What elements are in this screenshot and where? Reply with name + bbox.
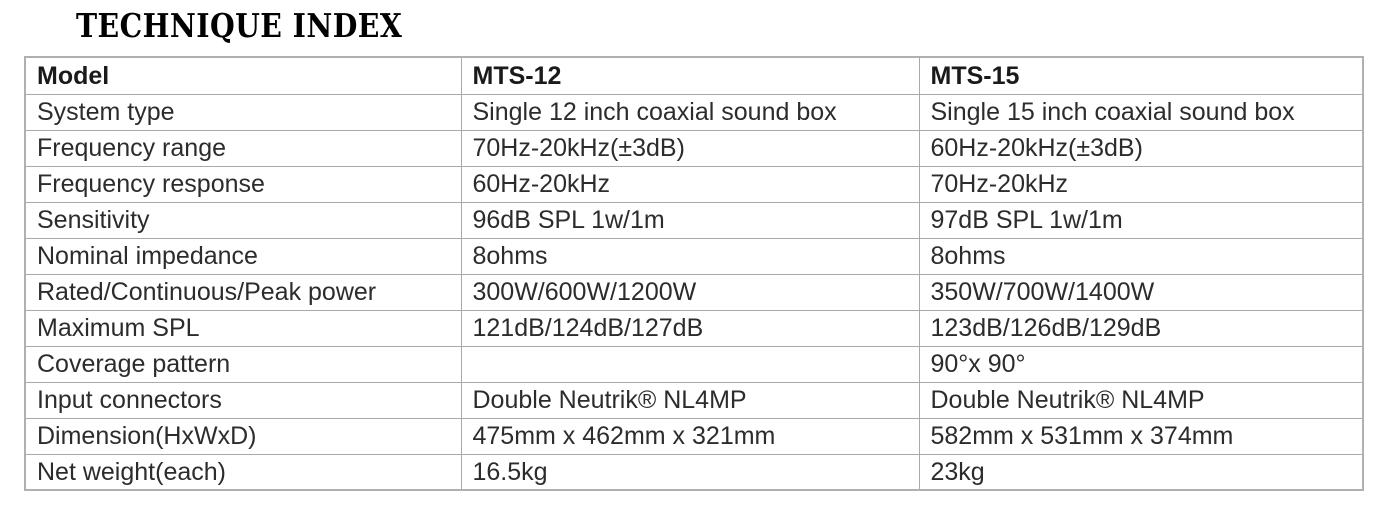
table-row: Frequency range 70Hz-20kHz(±3dB) 60Hz-20… [24,129,1364,167]
row-label: Frequency response [24,165,462,203]
row-label: Sensitivity [24,201,462,239]
cell-mts-12: 96dB SPL 1w/1m [460,201,920,239]
cell-mts-15: 97dB SPL 1w/1m [918,201,1364,239]
cell-mts-15: 90°x 90° [918,345,1364,383]
cell-mts-12: 475mm x 462mm x 321mm [460,417,920,455]
table-row: Dimension(HxWxD) 475mm x 462mm x 321mm 5… [24,417,1364,455]
cell-mts-15: 350W/700W/1400W [918,273,1364,311]
row-label: System type [24,93,462,131]
technique-index-table-container: Model MTS-12 MTS-15 System type Single 1… [24,56,1364,491]
cell-mts-12: Single 12 inch coaxial sound box [460,93,920,131]
row-label: Coverage pattern [24,345,462,383]
table-row: Frequency response 60Hz-20kHz 70Hz-20kHz [24,165,1364,203]
row-label: Frequency range [24,129,462,167]
column-header-mts-12: MTS-12 [460,57,920,95]
column-header-mts-15: MTS-15 [918,57,1364,95]
cell-mts-12: 16.5kg [460,453,920,490]
cell-mts-15: 123dB/126dB/129dB [918,309,1364,347]
cell-mts-15: 582mm x 531mm x 374mm [918,417,1364,455]
table-row: Input connectors Double Neutrik® NL4MP D… [24,381,1364,419]
table-row: Coverage pattern 90°x 90° [24,345,1364,383]
cell-mts-12: 8ohms [460,237,920,275]
cell-mts-12: 70Hz-20kHz(±3dB) [460,129,920,167]
table-header-row: Model MTS-12 MTS-15 [24,57,1364,95]
technique-index-table: Model MTS-12 MTS-15 System type Single 1… [24,56,1364,491]
cell-mts-15: 23kg [918,453,1364,490]
cell-mts-12: 60Hz-20kHz [460,165,920,203]
row-label: Maximum SPL [24,309,462,347]
row-label: Dimension(HxWxD) [24,417,462,455]
table-row: Net weight(each) 16.5kg 23kg [24,453,1364,490]
row-label: Nominal impedance [24,237,462,275]
cell-mts-12 [460,345,920,383]
cell-mts-12: Double Neutrik® NL4MP [460,381,920,419]
page-title: TECHNIQUE INDEX [76,6,403,45]
table-row: Sensitivity 96dB SPL 1w/1m 97dB SPL 1w/1… [24,201,1364,239]
cell-mts-15: Single 15 inch coaxial sound box [918,93,1364,131]
table-row: Nominal impedance 8ohms 8ohms [24,237,1364,275]
column-header-model: Model [24,57,462,95]
cell-mts-15: 8ohms [918,237,1364,275]
row-label: Rated/Continuous/Peak power [24,273,462,311]
cell-mts-12: 300W/600W/1200W [460,273,920,311]
spec-sheet-page: TECHNIQUE INDEX Model MTS-12 MTS-15 Syst… [0,0,1388,512]
table-row: Rated/Continuous/Peak power 300W/600W/12… [24,273,1364,311]
table-body: System type Single 12 inch coaxial sound… [24,93,1364,490]
cell-mts-15: 60Hz-20kHz(±3dB) [918,129,1364,167]
table-row: Maximum SPL 121dB/124dB/127dB 123dB/126d… [24,309,1364,347]
row-label: Input connectors [24,381,462,419]
row-label: Net weight(each) [24,453,462,490]
table-header: Model MTS-12 MTS-15 [24,57,1364,95]
cell-mts-15: Double Neutrik® NL4MP [918,381,1364,419]
cell-mts-12: 121dB/124dB/127dB [460,309,920,347]
table-row: System type Single 12 inch coaxial sound… [24,93,1364,131]
cell-mts-15: 70Hz-20kHz [918,165,1364,203]
